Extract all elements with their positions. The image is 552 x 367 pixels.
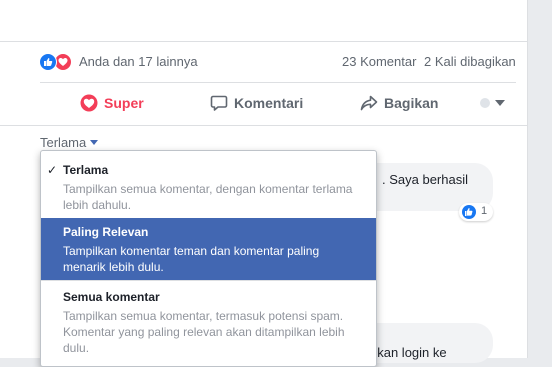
super-label: Super	[104, 95, 144, 111]
shares-count[interactable]: 2 Kali dibagikan	[424, 54, 516, 69]
reaction-icons[interactable]	[39, 53, 75, 71]
comment-label: Komentari	[234, 95, 304, 111]
comment-icon	[210, 94, 228, 112]
divider	[0, 125, 527, 126]
like-icon	[462, 205, 476, 219]
action-bar: Super Komentari Bagikan	[40, 83, 516, 123]
comment-reaction-badge[interactable]: 1	[459, 203, 493, 221]
like-icon	[39, 53, 57, 71]
reactions-bar: Anda dan 17 lainnya 23 Komentar 2 Kali d…	[0, 42, 527, 82]
avatar	[480, 98, 490, 108]
checkmark-icon: ✓	[47, 163, 58, 177]
super-button[interactable]: Super	[80, 83, 144, 123]
comments-count[interactable]: 23 Komentar	[342, 54, 416, 69]
audience-selector[interactable]	[480, 83, 505, 123]
sort-option-most-relevant[interactable]: Paling Relevan Tampilkan komentar teman …	[41, 218, 376, 280]
share-button[interactable]: Bagikan	[360, 83, 438, 123]
option-description: Tampilkan komentar teman dan komentar pa…	[63, 244, 320, 274]
share-icon	[360, 94, 378, 112]
share-label: Bagikan	[384, 95, 439, 111]
comment-sort-menu: ✓ Terlama Tampilkan semua komentar, deng…	[40, 150, 377, 367]
sort-label: Terlama	[40, 135, 87, 150]
reaction-summary[interactable]: Anda dan 17 lainnya	[79, 54, 198, 69]
comment-sort-toggle[interactable]: Terlama	[40, 135, 99, 150]
option-title: Semua komentar	[63, 290, 160, 304]
chevron-down-icon	[90, 140, 99, 145]
sort-option-all-comments[interactable]: Semua komentar Tampilkan semua komentar,…	[41, 280, 376, 367]
option-description: Tampilkan semua komentar, termasuk poten…	[63, 309, 345, 355]
comment-button[interactable]: Komentari	[210, 83, 303, 123]
option-description: Tampilkan semua komentar, dengan komenta…	[63, 182, 353, 212]
love-icon	[80, 94, 98, 112]
option-title: Paling Relevan	[63, 225, 149, 239]
comment-text: . Saya berhasil	[382, 172, 468, 187]
chevron-down-icon	[495, 100, 505, 106]
sort-option-oldest[interactable]: ✓ Terlama Tampilkan semua komentar, deng…	[41, 151, 376, 219]
reaction-count: 1	[481, 205, 488, 217]
option-title: Terlama	[63, 163, 109, 177]
